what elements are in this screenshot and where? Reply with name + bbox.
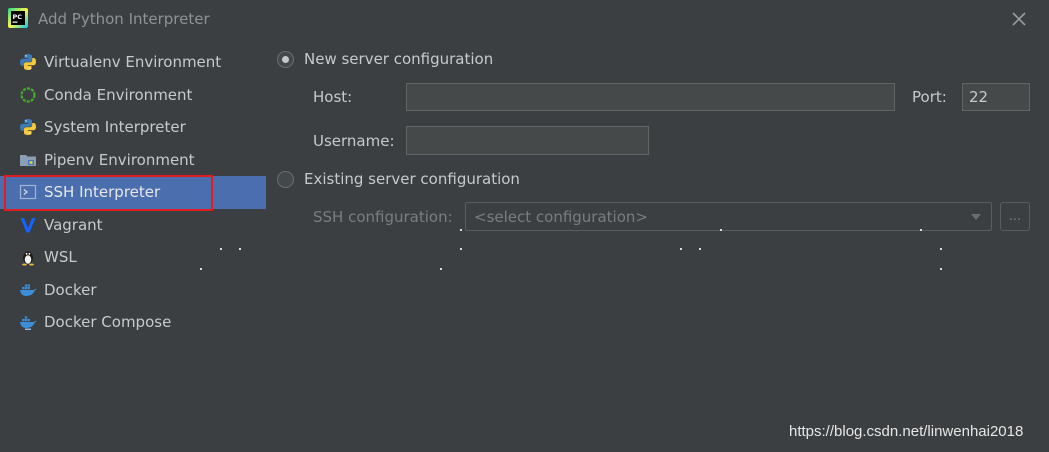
render-artifact: [699, 248, 701, 250]
linux-penguin-icon: [18, 247, 38, 267]
conda-icon: [18, 85, 38, 105]
sidebar-item-label: Vagrant: [44, 215, 103, 234]
close-icon[interactable]: [1010, 10, 1028, 28]
render-artifact: [460, 229, 462, 231]
new-server-radio[interactable]: New server configuration: [277, 50, 493, 68]
sidebar-item-label: WSL: [44, 248, 77, 267]
sidebar-item-pipenv[interactable]: Pipenv Environment: [0, 144, 266, 177]
sidebar-item-wsl[interactable]: WSL: [0, 241, 266, 274]
window-title: Add Python Interpreter: [38, 10, 210, 28]
python-icon: [18, 117, 38, 137]
render-artifact: [720, 229, 722, 231]
sidebar-item-system-interpreter[interactable]: System Interpreter: [0, 111, 266, 144]
sidebar-item-docker[interactable]: Docker: [0, 274, 266, 307]
ssh-configuration-label: SSH configuration:: [313, 208, 453, 226]
add-python-interpreter-dialog: PC Add Python Interpreter Virtualenv Env…: [0, 0, 1049, 452]
port-input[interactable]: [962, 83, 1030, 111]
username-input[interactable]: [406, 126, 649, 155]
ssh-configuration-select[interactable]: <select configuration>: [465, 202, 992, 231]
render-artifact: [200, 268, 202, 270]
username-label: Username:: [313, 132, 395, 150]
render-artifact: [940, 248, 942, 250]
svg-text:PC: PC: [13, 13, 23, 21]
pycharm-logo-icon: PC: [8, 8, 28, 28]
existing-server-label: Existing server configuration: [304, 170, 520, 188]
port-label: Port:: [912, 88, 947, 106]
host-input[interactable]: [406, 83, 895, 111]
sidebar-item-virtualenv[interactable]: Virtualenv Environment: [0, 46, 266, 79]
sidebar-item-label: Virtualenv Environment: [44, 53, 222, 72]
docker-icon: [18, 280, 38, 300]
render-artifact: [239, 248, 241, 250]
sidebar-item-label: Conda Environment: [44, 85, 193, 104]
render-artifact: [460, 248, 462, 250]
render-artifact: [440, 268, 442, 270]
ssh-configuration-placeholder: <select configuration>: [474, 207, 648, 226]
vagrant-icon: [18, 215, 38, 235]
render-artifact: [220, 248, 222, 250]
sidebar-item-label: SSH Interpreter: [44, 183, 161, 202]
title-bar: PC Add Python Interpreter: [0, 0, 1049, 38]
pipenv-icon: [18, 150, 38, 170]
sidebar-item-label: Docker: [44, 280, 97, 299]
sidebar-item-label: Pipenv Environment: [44, 150, 195, 169]
existing-server-radio[interactable]: Existing server configuration: [277, 170, 520, 188]
render-artifact: [940, 268, 942, 270]
radio-unselected-indicator: [277, 170, 294, 188]
sidebar-item-label: Docker Compose: [44, 313, 172, 332]
render-artifact: [680, 248, 682, 250]
docker-compose-icon: [18, 312, 38, 332]
sidebar-item-ssh-interpreter[interactable]: SSH Interpreter: [0, 176, 266, 209]
python-icon: [18, 52, 38, 72]
browse-configurations-button[interactable]: ...: [1000, 202, 1030, 231]
interpreter-type-list: Virtualenv Environment Conda Environment…: [0, 46, 268, 339]
sidebar-item-vagrant[interactable]: Vagrant: [0, 209, 266, 242]
sidebar-item-docker-compose[interactable]: Docker Compose: [0, 306, 266, 339]
radio-selected-indicator: [277, 50, 294, 68]
host-label: Host:: [313, 88, 353, 106]
new-server-label: New server configuration: [304, 50, 494, 68]
sidebar-item-conda[interactable]: Conda Environment: [0, 79, 266, 112]
terminal-icon: [18, 182, 38, 202]
chevron-down-icon: [971, 214, 981, 220]
sidebar-item-label: System Interpreter: [44, 118, 186, 137]
watermark-url: https://blog.csdn.net/linwenhai2018: [789, 423, 1024, 440]
render-artifact: [920, 229, 922, 231]
